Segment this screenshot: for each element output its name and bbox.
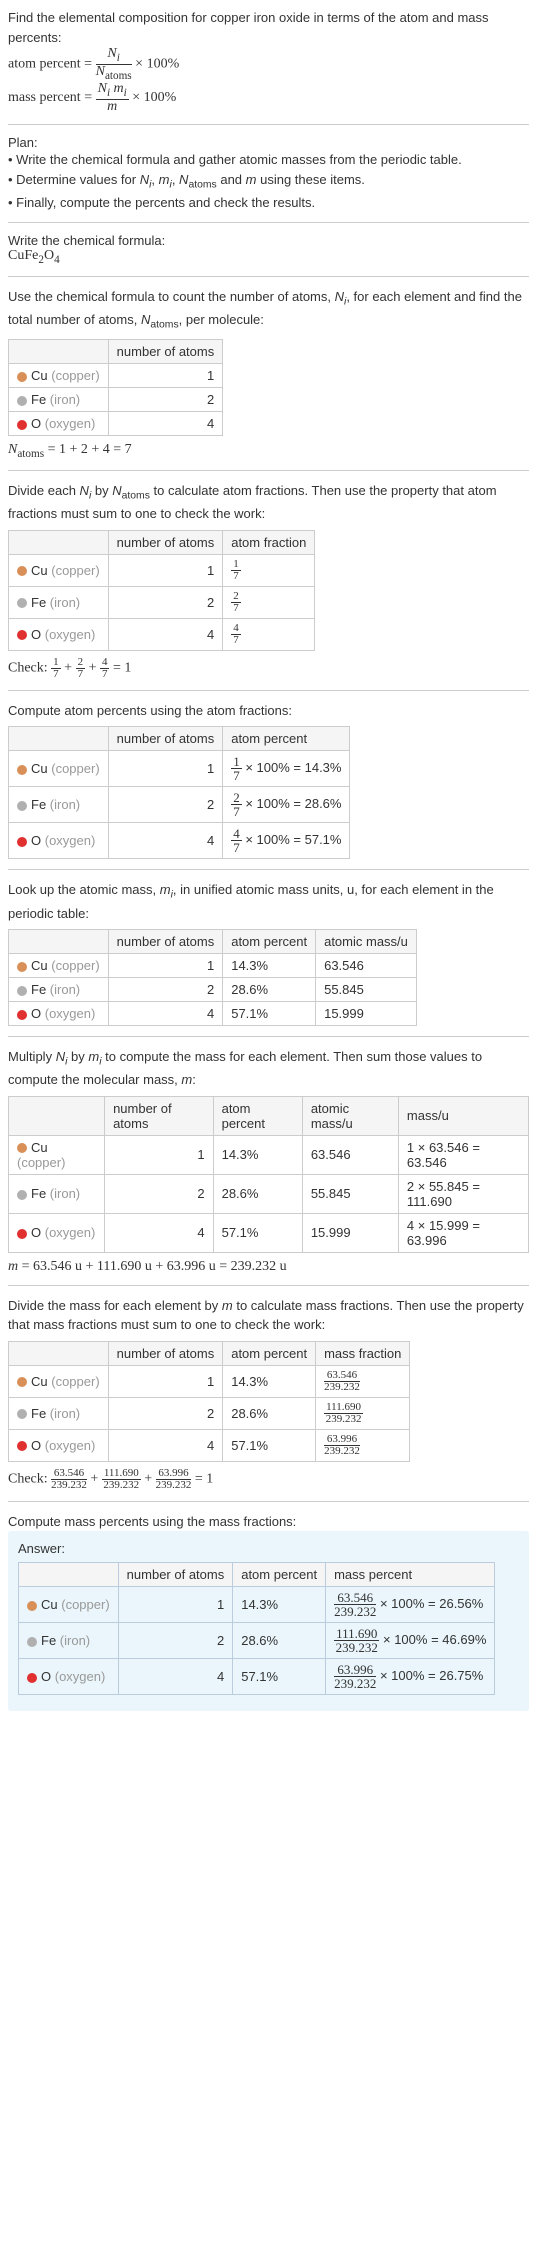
table-row: Fe (iron)2	[9, 388, 223, 412]
answer-box: Answer: number of atomsatom percentmass …	[8, 1531, 529, 1711]
table-row: Cu (copper)1	[9, 364, 223, 388]
table-row: Cu (copper)114.3%63.5461 × 63.546 = 63.5…	[9, 1135, 529, 1174]
count-text: Use the chemical formula to count the nu…	[8, 287, 529, 333]
answer-label: Answer:	[18, 1541, 519, 1556]
table-row: O (oxygen)4	[9, 412, 223, 436]
table-row: Cu (copper)117 × 100% = 14.3%	[9, 751, 350, 787]
plan-title: Plan:	[8, 135, 529, 150]
mass-percent-formula: mass percent = Ni mim × 100%	[8, 82, 529, 114]
table-row: Fe (iron)228.6%55.8452 × 55.845 = 111.69…	[9, 1174, 529, 1213]
molecular-mass-table: number of atomsatom percentatomic mass/u…	[8, 1096, 529, 1253]
molmass-text: Multiply Ni by mi to compute the mass fo…	[8, 1047, 529, 1090]
table-row: Fe (iron)228.6%111.690239.232	[9, 1397, 410, 1429]
masspct-text: Compute mass percents using the mass fra…	[8, 1512, 529, 1532]
atomfrac-text: Divide each Ni by Natoms to calculate at…	[8, 481, 529, 524]
table-row: Fe (iron)228.6%111.690239.232 × 100% = 4…	[19, 1623, 495, 1659]
massfrac-text: Divide the mass for each element by m to…	[8, 1296, 529, 1335]
table-row: Cu (copper)114.3%63.546	[9, 954, 417, 978]
table-row: O (oxygen)457.1%63.996239.232 × 100% = 2…	[19, 1659, 495, 1695]
element-swatch	[17, 372, 27, 382]
mass-fraction-table: number of atomsatom percentmass fraction…	[8, 1341, 410, 1462]
atom-fraction-table: number of atomsatom fraction Cu (copper)…	[8, 530, 315, 651]
massfrac-check: Check: 63.546239.232 + 111.690239.232 + …	[8, 1468, 529, 1491]
atomic-mass-table: number of atomsatom percentatomic mass/u…	[8, 929, 417, 1026]
table-row: O (oxygen)457.1%63.996239.232	[9, 1429, 410, 1461]
chemical-formula: CuFe2O4	[8, 248, 529, 266]
atom-count-table: number of atoms Cu (copper)1 Fe (iron)2 …	[8, 339, 223, 436]
table-row: Cu (copper)114.3%63.546239.232	[9, 1365, 410, 1397]
plan-bullet: • Determine values for Ni, mi, Natoms an…	[8, 170, 529, 193]
molecular-mass-total: m = 63.546 u + 111.690 u + 63.996 u = 23…	[8, 1259, 529, 1275]
intro-text: Find the elemental composition for coppe…	[8, 8, 529, 47]
table-row: O (oxygen)447	[9, 618, 315, 650]
write-formula-title: Write the chemical formula:	[8, 233, 529, 248]
atomfrac-check: Check: 17 + 27 + 47 = 1	[8, 657, 529, 680]
table-row: Fe (iron)228.6%55.845	[9, 978, 417, 1002]
table-row: Fe (iron)227 × 100% = 28.6%	[9, 787, 350, 823]
atom-percent-formula: atom percent = NiNatoms × 100%	[8, 47, 529, 82]
atommass-text: Look up the atomic mass, mi, in unified …	[8, 880, 529, 923]
plan-bullet: • Write the chemical formula and gather …	[8, 150, 529, 170]
table-row: Cu (copper)114.3%63.546239.232 × 100% = …	[19, 1587, 495, 1623]
plan-bullet: • Finally, compute the percents and chec…	[8, 193, 529, 213]
table-row: O (oxygen)447 × 100% = 57.1%	[9, 823, 350, 859]
n-atoms-total: Natoms = 1 + 2 + 4 = 7	[8, 442, 529, 460]
atom-percent-table: number of atomsatom percent Cu (copper)1…	[8, 726, 350, 859]
table-row: O (oxygen)457.1%15.999	[9, 1002, 417, 1026]
table-row: O (oxygen)457.1%15.9994 × 15.999 = 63.99…	[9, 1213, 529, 1252]
atompct-text: Compute atom percents using the atom fra…	[8, 701, 529, 721]
table-row: Cu (copper)117	[9, 554, 315, 586]
mass-percent-table: number of atomsatom percentmass percent …	[18, 1562, 495, 1695]
table-row: Fe (iron)227	[9, 586, 315, 618]
